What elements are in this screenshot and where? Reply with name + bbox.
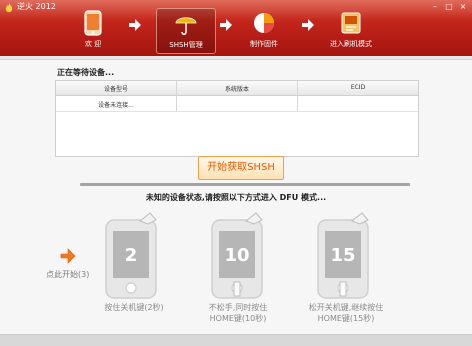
column-header-version: 系统版本	[224, 86, 249, 93]
window-title: 逆火 2012	[17, 2, 56, 11]
click-start-link[interactable]: 点此开始(3)	[46, 269, 89, 280]
app-fire-icon	[5, 3, 13, 13]
dfu-step3-instruction-line2: HOME键(15秒)	[317, 314, 375, 323]
status-bar	[0, 334, 472, 346]
toolbar-flash-mode-label: 进入刷机模式	[330, 40, 372, 48]
device-status-heading: 正在等待设备...	[57, 68, 115, 77]
toolbar-welcome-label: 欢 迎	[84, 40, 102, 48]
section-divider	[80, 183, 410, 186]
arrow-right-icon	[302, 19, 314, 31]
device-table: 设备型号 系统版本 ECID 设备未连接...	[55, 80, 419, 157]
phone-welcome-icon	[84, 10, 102, 36]
dfu-step1-count: 2	[124, 245, 138, 266]
app-window: 逆火 2012 – □ × 欢 迎 SHSH管理 制作固件 进入刷机模式 正在等…	[0, 0, 472, 346]
dfu-step2-instruction: 不松手,同时按住	[208, 303, 268, 312]
toolbar-shsh-label: SHSH管理	[169, 41, 203, 49]
close-button[interactable]: ×	[458, 2, 468, 12]
dfu-step1-instruction: 按住关机键(2秒)	[104, 303, 164, 312]
toolbar-firmware-label: 制作固件	[250, 40, 278, 48]
flash-mode-icon	[341, 12, 361, 34]
arrow-right-icon	[220, 19, 232, 31]
dfu-step2-instruction-line2: HOME键(10秒)	[209, 314, 267, 323]
table-row-model: 设备未连接...	[98, 102, 134, 109]
start-shsh-button[interactable]: 开始获取SHSH	[198, 156, 284, 180]
column-header-model: 设备型号	[103, 86, 128, 93]
minimize-button[interactable]: –	[430, 2, 440, 12]
toolbar-flash-mode[interactable]: 进入刷机模式	[322, 8, 380, 52]
column-header-ecid: ECID	[350, 84, 366, 91]
maximize-button[interactable]: □	[444, 2, 454, 12]
dfu-step3-instruction: 松开关机键,继续按住	[308, 303, 384, 312]
toolbar-firmware[interactable]: 制作固件	[235, 8, 293, 52]
arrow-right-icon	[129, 19, 141, 31]
title-bar: 逆火 2012 – □ × 欢 迎 SHSH管理 制作固件 进入刷机模式	[0, 0, 472, 56]
pie-chart-icon	[254, 13, 274, 33]
umbrella-icon	[175, 17, 197, 35]
toolbar-welcome[interactable]: 欢 迎	[64, 8, 122, 52]
orange-arrow-icon[interactable]	[60, 248, 76, 264]
dfu-status-text: 未知的设备状态,请按照以下方式进入 DFU 模式...	[145, 193, 327, 202]
dfu-step3-count: 15	[330, 245, 356, 266]
dfu-step2-count: 10	[224, 245, 250, 266]
toolbar-shsh[interactable]: SHSH管理	[156, 8, 216, 54]
